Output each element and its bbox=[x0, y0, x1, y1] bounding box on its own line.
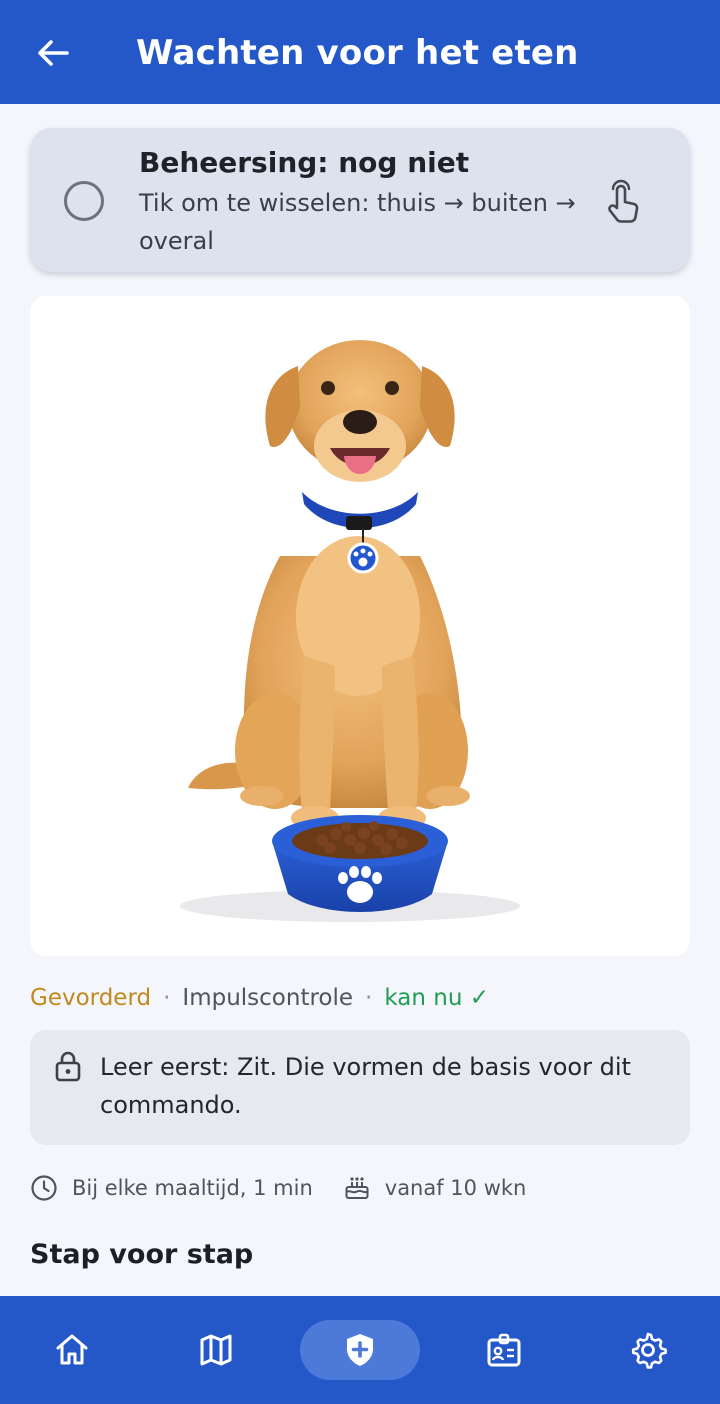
info-row: Bij elke maaltijd, 1 min vanaf 10 wkn bbox=[30, 1172, 526, 1204]
mastery-title: Beheersing: nog niet bbox=[139, 146, 470, 179]
nav-training[interactable] bbox=[300, 1320, 420, 1380]
shield-plus-icon bbox=[347, 1334, 373, 1366]
arrow-left-icon bbox=[38, 40, 69, 66]
lock-icon bbox=[55, 1051, 81, 1082]
mastery-subtitle: Tik om te wisselen: thuis → buiten → ove… bbox=[139, 189, 576, 255]
labrador-food-bowl-image bbox=[180, 340, 520, 922]
frequency-info: Bij elke maaltijd, 1 min bbox=[30, 1174, 313, 1202]
separator-dot: · bbox=[365, 985, 373, 1011]
age-info: vanaf 10 wkn bbox=[343, 1174, 527, 1202]
map-icon bbox=[200, 1334, 232, 1366]
home-icon bbox=[56, 1334, 88, 1365]
prerequisite-text: Leer eerst: Zit. Die vormen de basis voo… bbox=[100, 1053, 631, 1119]
category-label: Impulscontrole bbox=[182, 985, 354, 1011]
nav-settings[interactable] bbox=[618, 1320, 678, 1380]
prerequisite-box: Leer eerst: Zit. Die vormen de basis voo… bbox=[30, 1030, 690, 1145]
nav-map[interactable] bbox=[186, 1320, 246, 1380]
clock-icon bbox=[31, 1175, 57, 1201]
cake-icon bbox=[345, 1177, 369, 1199]
page-title: Wachten voor het eten bbox=[136, 33, 579, 73]
nav-profile[interactable] bbox=[474, 1320, 534, 1380]
bottom-navigation bbox=[0, 1296, 720, 1404]
tap-hand-icon bbox=[608, 179, 639, 223]
meta-row: Gevorderd · Impulscontrole · kan nu ✓ bbox=[30, 982, 489, 1014]
separator-dot: · bbox=[163, 985, 171, 1011]
gear-icon bbox=[631, 1332, 667, 1369]
app-header: Wachten voor het eten bbox=[0, 0, 720, 104]
id-card-icon bbox=[487, 1333, 521, 1367]
age-text: vanaf 10 wkn bbox=[384, 1176, 527, 1200]
status-label: kan nu ✓ bbox=[384, 985, 489, 1011]
dog-illustration bbox=[30, 296, 690, 956]
steps-section-title: Stap voor stap bbox=[30, 1239, 254, 1270]
frequency-text: Bij elke maaltijd, 1 min bbox=[72, 1176, 313, 1200]
level-label: Gevorderd bbox=[30, 985, 152, 1011]
radio-unchecked-icon bbox=[64, 181, 104, 221]
mastery-toggle-card[interactable]: Beheersing: nog niet Tik om te wisselen:… bbox=[30, 128, 690, 272]
nav-home[interactable] bbox=[42, 1320, 102, 1380]
back-button[interactable] bbox=[30, 30, 76, 76]
